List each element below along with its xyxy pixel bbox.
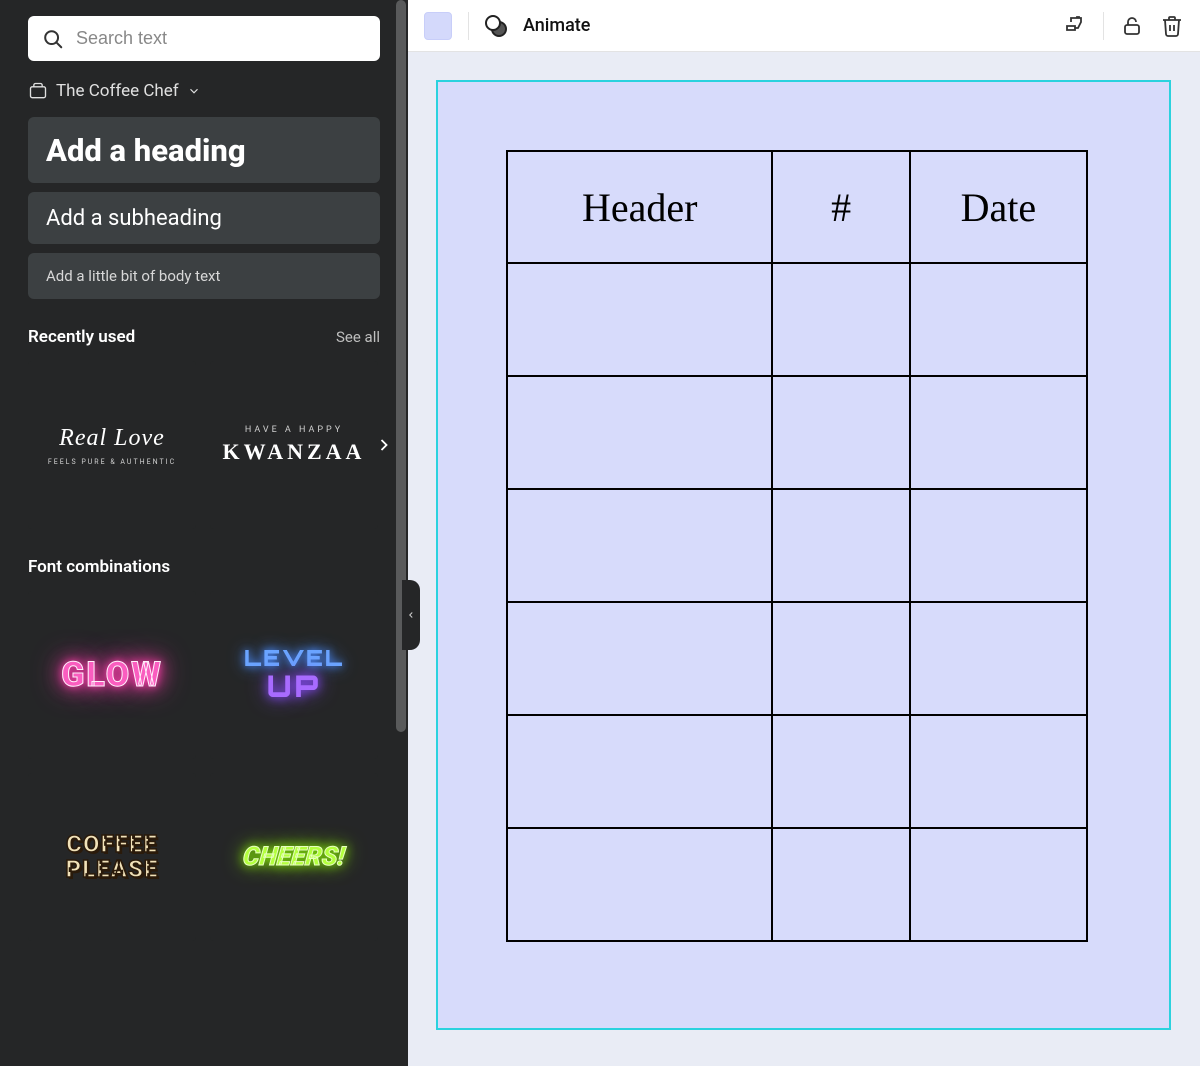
- tile-text-line1: HAVE A HAPPY: [245, 425, 343, 435]
- table-cell[interactable]: [772, 489, 909, 602]
- tile-text-line2: UP: [244, 668, 344, 705]
- chevron-left-icon: [406, 610, 416, 620]
- text-sidebar: The Coffee Chef Add a heading Add a subh…: [0, 0, 408, 1066]
- table-cell[interactable]: [507, 376, 772, 489]
- search-bar[interactable]: [28, 16, 380, 61]
- table-row: [507, 602, 1087, 715]
- search-icon: [42, 28, 64, 50]
- font-combinations-header: Font combinations: [28, 557, 380, 577]
- background-color-swatch[interactable]: [424, 12, 452, 40]
- tile-text-line2: PLEASE: [66, 857, 159, 882]
- font-combo-glow[interactable]: GLOW: [28, 591, 196, 759]
- add-heading-button[interactable]: Add a heading: [28, 117, 380, 183]
- brand-kit-name: The Coffee Chef: [56, 81, 179, 101]
- font-combo-row-2: COFFEE PLEASE CHEERS!: [28, 773, 380, 941]
- table-row: [507, 489, 1087, 602]
- canvas-area: Header # Date: [408, 52, 1200, 1066]
- table-cell[interactable]: [772, 376, 909, 489]
- table-cell[interactable]: [910, 828, 1087, 941]
- font-combo-cheers[interactable]: CHEERS!: [210, 773, 378, 941]
- see-all-link[interactable]: See all: [336, 328, 380, 346]
- collapse-sidebar-handle[interactable]: [402, 580, 420, 650]
- font-combo-row-1: GLOW LEVEL UP: [28, 591, 380, 759]
- tile-label: GLOW: [61, 655, 163, 695]
- chevron-down-icon: [187, 84, 201, 98]
- contextual-toolbar: Animate: [408, 0, 1200, 52]
- tile-text-line1: COFFEE: [66, 832, 159, 857]
- table-cell[interactable]: [772, 602, 909, 715]
- table-cell[interactable]: [772, 715, 909, 828]
- tile-label: CHEERS!: [242, 842, 347, 872]
- table-header-cell[interactable]: #: [772, 151, 909, 263]
- table-row: [507, 828, 1087, 941]
- table-cell[interactable]: [910, 715, 1087, 828]
- recent-tile-real-love[interactable]: Real Love FEELS PURE & AUTHENTIC: [28, 361, 196, 529]
- table-header-cell[interactable]: Date: [910, 151, 1087, 263]
- table-cell[interactable]: [507, 715, 772, 828]
- chevron-right-icon[interactable]: [374, 435, 394, 455]
- tile-stacked: LEVEL UP: [244, 645, 344, 705]
- copy-style-icon[interactable]: [1063, 14, 1087, 38]
- table-cell[interactable]: [910, 489, 1087, 602]
- table-element[interactable]: Header # Date: [506, 150, 1088, 942]
- table-cell[interactable]: [507, 828, 772, 941]
- main-area: Animate Header # Date: [408, 0, 1200, 1066]
- recently-used-title: Recently used: [28, 327, 135, 347]
- table-cell[interactable]: [772, 263, 909, 376]
- add-body-text-button[interactable]: Add a little bit of body text: [28, 253, 380, 299]
- lock-icon[interactable]: [1120, 14, 1144, 38]
- trash-icon[interactable]: [1160, 14, 1184, 38]
- table-header-cell[interactable]: Header: [507, 151, 772, 263]
- recently-used-header: Recently used See all: [28, 327, 380, 347]
- tile-text-line1: Real Love: [59, 425, 165, 452]
- separator: [468, 12, 469, 40]
- brand-kit-selector[interactable]: The Coffee Chef: [28, 81, 380, 101]
- transparency-icon[interactable]: [485, 15, 507, 37]
- animate-button[interactable]: Animate: [523, 15, 590, 36]
- table-cell[interactable]: [507, 263, 772, 376]
- table-row: [507, 715, 1087, 828]
- table-cell[interactable]: [910, 602, 1087, 715]
- font-combo-coffee-please[interactable]: COFFEE PLEASE: [28, 773, 196, 941]
- recently-used-row: Real Love FEELS PURE & AUTHENTIC HAVE A …: [28, 361, 380, 529]
- separator: [1103, 12, 1104, 40]
- table-cell[interactable]: [772, 828, 909, 941]
- recent-tile-kwanzaa[interactable]: HAVE A HAPPY KWANZAA: [210, 361, 378, 529]
- table-cell[interactable]: [910, 376, 1087, 489]
- tile-text-line2: FEELS PURE & AUTHENTIC: [48, 458, 176, 466]
- tile-stacked: COFFEE PLEASE: [66, 832, 159, 882]
- table-cell[interactable]: [507, 602, 772, 715]
- text-insert-buttons: Add a heading Add a subheading Add a lit…: [28, 117, 380, 299]
- table-header-row: Header # Date: [507, 151, 1087, 263]
- tile-text-line2: KWANZAA: [223, 439, 366, 465]
- table-cell[interactable]: [507, 489, 772, 602]
- table-row: [507, 376, 1087, 489]
- add-subheading-button[interactable]: Add a subheading: [28, 192, 380, 244]
- search-input[interactable]: [76, 28, 366, 49]
- brand-kit-icon: [28, 81, 48, 101]
- font-combo-level-up[interactable]: LEVEL UP: [210, 591, 378, 759]
- design-page[interactable]: Header # Date: [436, 80, 1171, 1030]
- table-cell[interactable]: [910, 263, 1087, 376]
- table-row: [507, 263, 1087, 376]
- font-combinations-title: Font combinations: [28, 557, 170, 577]
